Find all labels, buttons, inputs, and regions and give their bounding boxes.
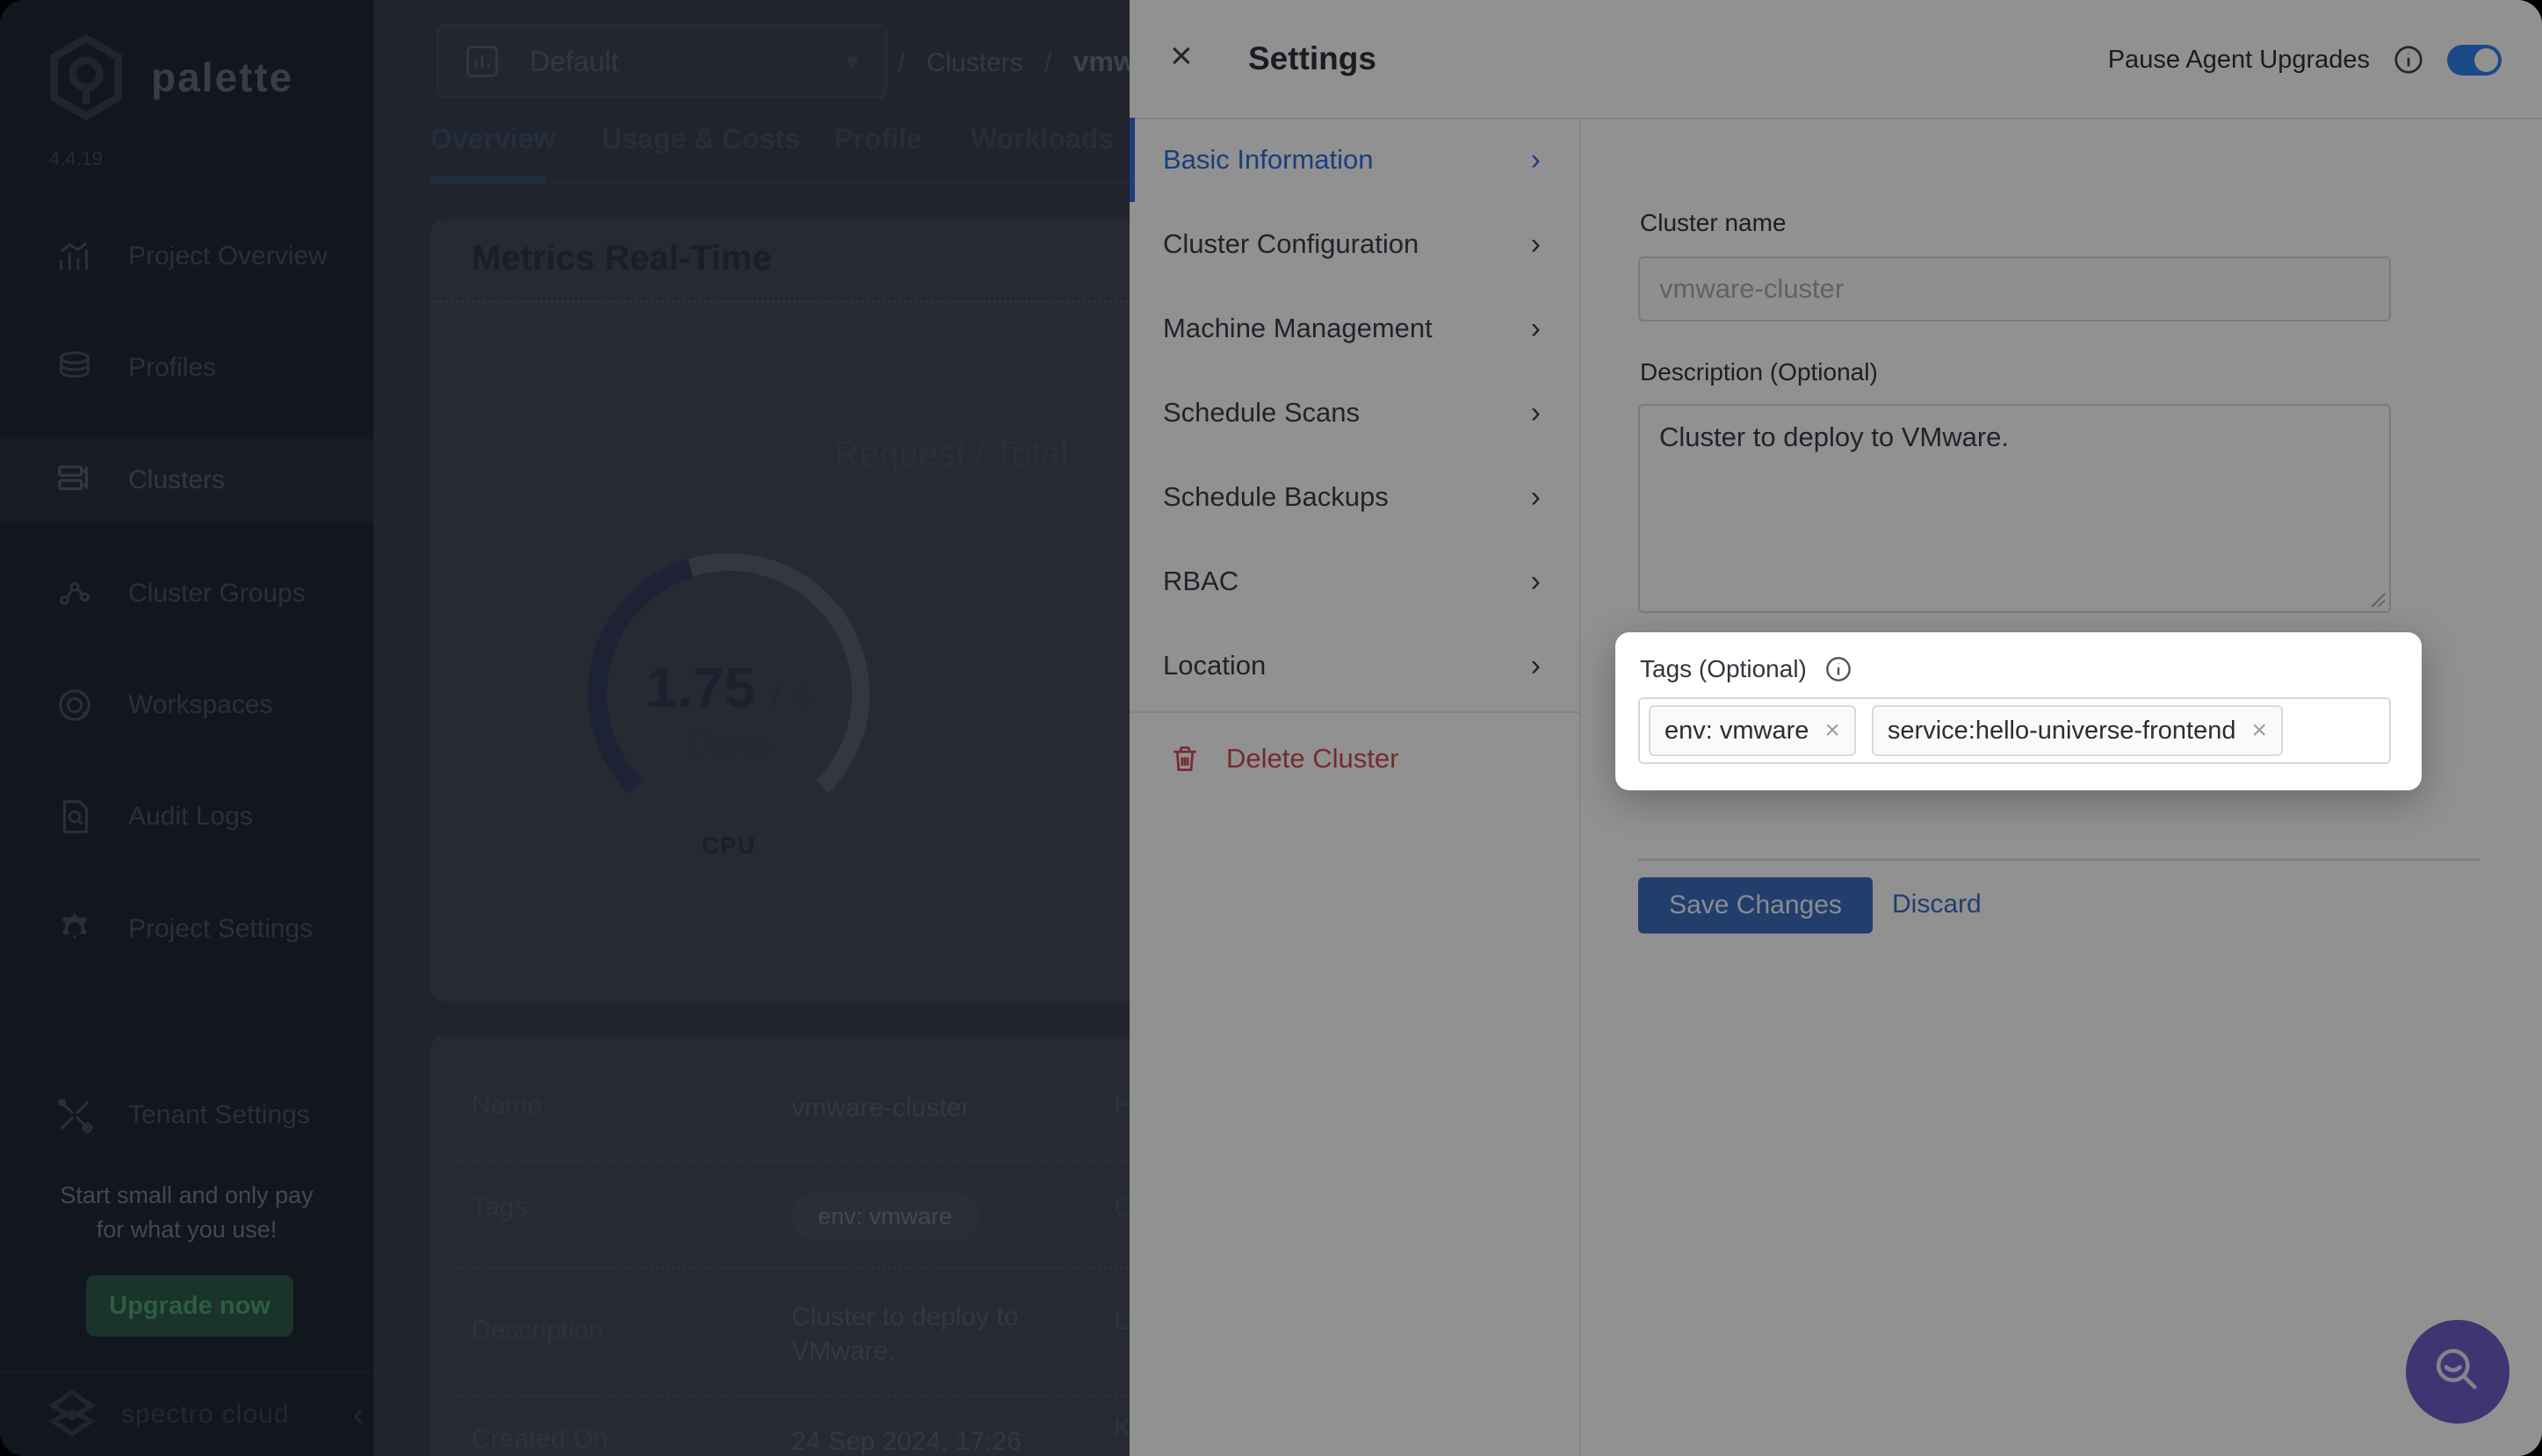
info-icon[interactable] [1824,655,1852,683]
remove-tag-icon[interactable]: × [1824,716,1840,746]
tags-input[interactable]: env: vmware × service:hello-universe-fro… [1638,697,2391,764]
tag-chip-env-vmware: env: vmware × [1649,705,1856,756]
tags-label: Tags (Optional) [1640,655,1807,683]
tag-chip-service-hello-universe-frontend: service:hello-universe-frontend × [1872,705,2283,756]
tags-header: Tags (Optional) [1640,655,1852,683]
remove-tag-icon[interactable]: × [2251,716,2267,746]
tags-spotlight-card: Tags (Optional) env: vmware × service:he… [1615,632,2422,790]
app-window: palette 4.4.19 Project Overview Profiles… [0,0,2542,1456]
